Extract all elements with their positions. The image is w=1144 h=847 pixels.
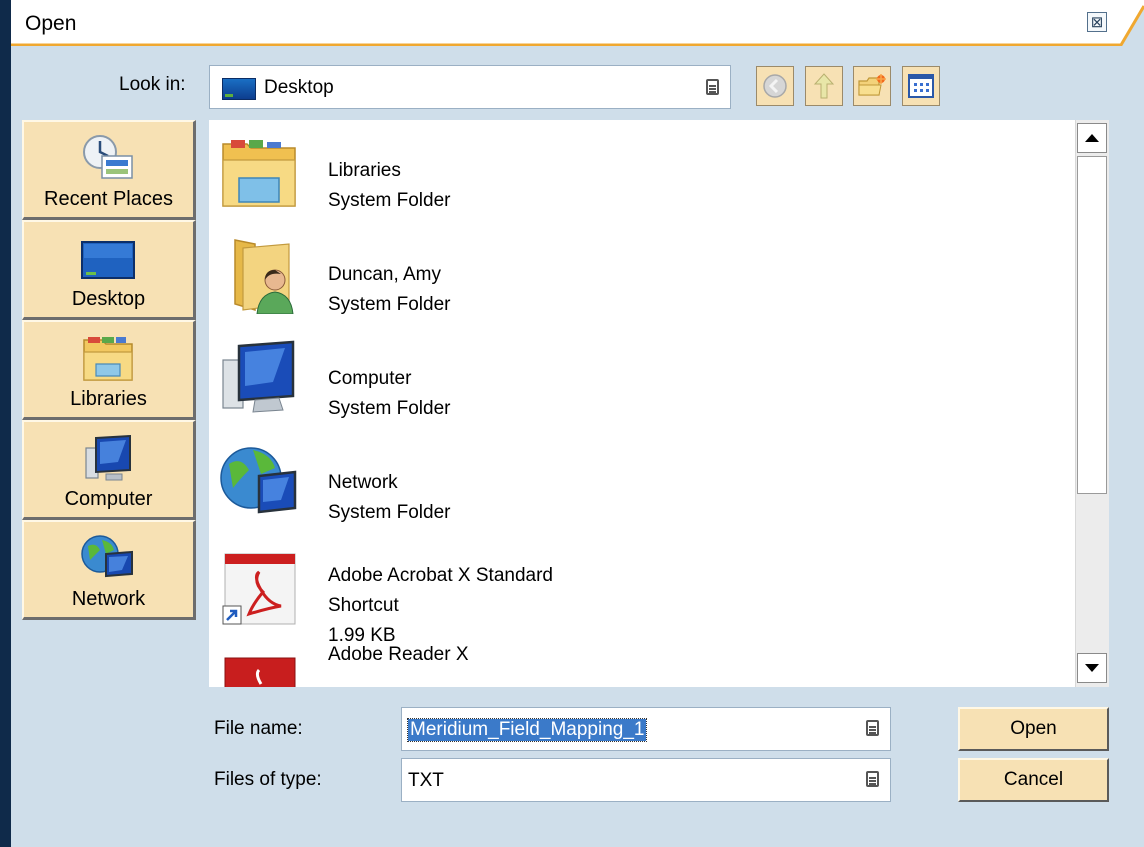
place-libraries[interactable]: Libraries [22,320,196,420]
pdf-reader-icon [224,657,296,687]
file-name: Duncan, Amy [328,264,441,285]
title-bar-shape [11,0,1144,46]
computer-icon [222,340,295,413]
close-button[interactable]: ⊠ [1087,12,1107,32]
window-title: Open [25,12,77,35]
scroll-thumb[interactable] [1077,156,1107,494]
desktop-icon [222,78,256,100]
place-label: Network [71,588,146,610]
places-bar: Recent Places Desktop Libraries Computer… [22,120,196,620]
desktop-icon [81,241,135,279]
list-item[interactable]: Duncan, Amy System Folder [209,224,1075,328]
libraries-icon [83,337,133,381]
up-arrow-icon [813,73,835,99]
list-item[interactable]: Adobe Acrobat X Standard Shortcut 1.99 K… [209,536,1075,646]
file-type: System Folder [328,502,451,523]
libraries-folder-icon [222,140,296,207]
place-label: Desktop [71,288,146,310]
file-name-value: Meridium_Field_Mapping_1 [406,718,648,742]
list-item[interactable]: Libraries System Folder [209,120,1075,224]
file-type: System Folder [328,294,451,315]
file-name-input[interactable]: Meridium_Field_Mapping_1 [401,707,891,751]
place-recent-places[interactable]: Recent Places [22,120,196,220]
up-one-level-button[interactable] [805,66,843,106]
pdf-shortcut-icon [222,553,296,625]
look-in-value: Desktop [264,77,334,98]
place-network[interactable]: Network [22,520,196,620]
list-item[interactable]: Computer System Folder [209,328,1075,432]
view-menu-button[interactable] [902,66,940,106]
scroll-up-button[interactable] [1077,123,1107,153]
network-icon [81,535,133,578]
vertical-scrollbar[interactable] [1075,120,1109,687]
file-type: Shortcut [328,595,399,616]
place-label: Libraries [70,388,147,410]
user-folder-icon [234,239,294,314]
back-button[interactable] [756,66,794,106]
place-label: Recent Places [44,188,173,210]
open-button[interactable]: Open [958,707,1109,751]
cancel-button[interactable]: Cancel [958,758,1109,802]
arrow-up-icon [1085,134,1099,142]
window-edge [0,0,11,847]
file-type-label: Files of type: [214,769,322,790]
close-icon: ⊠ [1090,13,1104,31]
scroll-down-button[interactable] [1077,653,1107,683]
file-name: Adobe Reader X [328,644,469,665]
file-name: Computer [328,368,412,389]
file-name-label: File name: [214,718,303,739]
place-desktop[interactable]: Desktop [22,220,196,320]
view-grid-icon [908,74,934,98]
recent-places-icon [83,135,133,179]
network-icon [220,447,297,514]
open-dialog: Open ⊠ Look in: Desktop Recent Places De… [0,0,1144,847]
dropdown-icon[interactable] [866,720,879,736]
look-in-combo[interactable]: Desktop [209,65,731,109]
list-item[interactable]: Adobe Reader X [209,640,1075,687]
back-arrow-icon [763,74,787,98]
file-name: Adobe Acrobat X Standard [328,565,553,586]
place-computer[interactable]: Computer [22,420,196,520]
file-type-select[interactable]: TXT [401,758,891,802]
computer-icon [85,434,131,481]
arrow-down-icon [1085,664,1099,672]
list-item[interactable]: Network System Folder [209,432,1075,536]
new-folder-icon [858,74,886,96]
dropdown-icon[interactable] [866,771,879,787]
dropdown-icon[interactable] [706,79,719,95]
title-bar[interactable]: Open ⊠ [11,0,1144,46]
file-list[interactable]: Libraries System Folder Duncan, Amy Syst… [209,120,1075,687]
place-label: Computer [64,488,153,510]
file-name: Network [328,472,398,493]
look-in-label: Look in: [119,74,186,95]
file-type: System Folder [328,398,451,419]
file-type: System Folder [328,190,451,211]
file-name: Libraries [328,160,401,181]
file-type-value: TXT [408,770,444,791]
new-folder-button[interactable] [853,66,891,106]
